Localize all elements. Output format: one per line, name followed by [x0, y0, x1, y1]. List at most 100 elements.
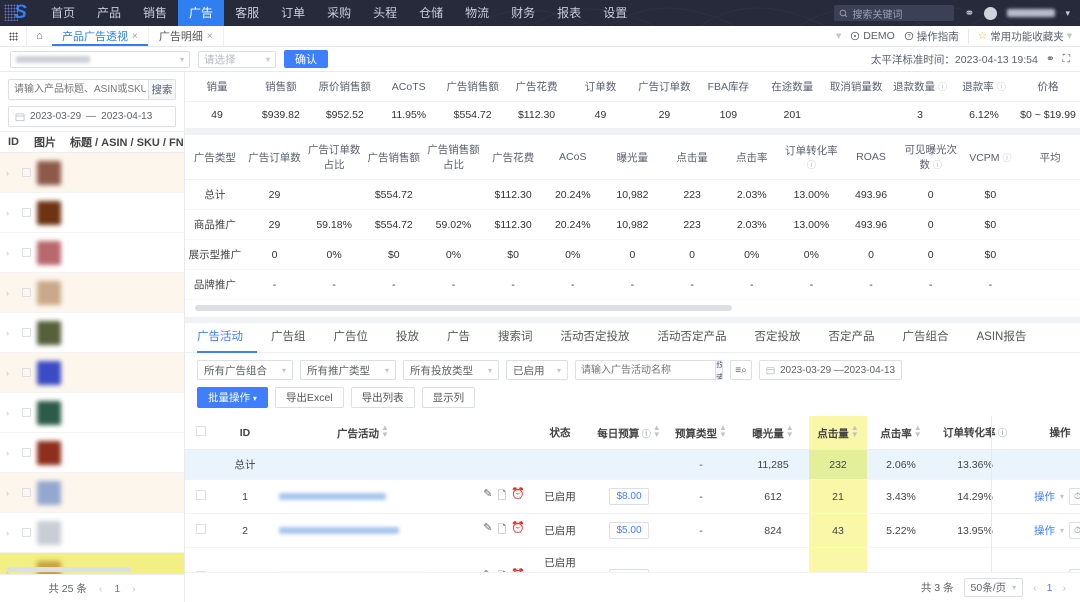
headset-icon[interactable]: ⚭: [964, 6, 974, 20]
chevron-down-icon[interactable]: ▾: [1060, 492, 1064, 501]
row-checkbox[interactable]: [22, 328, 31, 337]
row-checkbox[interactable]: [22, 288, 31, 297]
home-icon[interactable]: ⌂: [26, 26, 52, 46]
portfolio-select[interactable]: 所有广告组合 ▾: [197, 360, 293, 380]
row-checkbox[interactable]: [22, 528, 31, 537]
row-daily-budget[interactable]: $5.00: [593, 513, 665, 548]
product-list-item[interactable]: ›: [0, 433, 184, 473]
product-list-item[interactable]: ›: [0, 193, 184, 233]
nav-item-ads[interactable]: 广告: [178, 0, 225, 26]
row-daily-budget[interactable]: $8.00: [593, 547, 665, 572]
batch-operation-button[interactable]: 批量操作 ▾: [197, 387, 268, 408]
product-list-item[interactable]: ›: [0, 273, 184, 313]
daily-budget-value[interactable]: $8.00: [609, 569, 649, 572]
row-checkbox[interactable]: [22, 488, 31, 497]
global-search-input[interactable]: 搜索关键词: [834, 5, 955, 21]
info-icon[interactable]: ⓘ: [639, 429, 651, 439]
product-list-item[interactable]: ›: [0, 313, 184, 353]
campaign-search-button[interactable]: 搜索: [715, 361, 722, 379]
schedule-clock-icon[interactable]: ⏱: [1069, 488, 1080, 505]
row-daily-budget[interactable]: $8.00: [593, 479, 665, 514]
edit-icon[interactable]: ✎: [483, 568, 492, 572]
row-campaign-name[interactable]: [273, 513, 453, 548]
sub-tab-9[interactable]: 否定产品: [815, 323, 889, 353]
next-page-button[interactable]: ›: [1063, 582, 1067, 594]
info-icon[interactable]: ⓘ: [933, 160, 942, 170]
copy-icon[interactable]: 🗋: [497, 487, 506, 506]
current-page[interactable]: 1: [114, 583, 120, 595]
export-list-button[interactable]: 导出列表: [350, 387, 415, 408]
page-tab-ad-detail[interactable]: 广告明细 ×: [149, 26, 224, 46]
confirm-button[interactable]: 确认: [284, 50, 328, 68]
shop-select[interactable]: ▾: [10, 50, 190, 68]
clock-icon[interactable]: ⏰: [511, 521, 525, 540]
show-columns-button[interactable]: 显示列: [421, 387, 476, 408]
headset-icon[interactable]: ⚭: [1046, 53, 1055, 65]
row-checkbox[interactable]: [196, 571, 206, 572]
current-page[interactable]: 1: [1047, 582, 1053, 594]
product-list-item[interactable]: ›: [0, 353, 184, 393]
horizontal-scrollbar[interactable]: [6, 567, 131, 572]
page-size-select[interactable]: 50条/页 ▾: [963, 578, 1024, 597]
row-action-link[interactable]: 操作: [1034, 523, 1055, 538]
nav-item-orders[interactable]: 订单: [270, 0, 316, 26]
nav-item-warehouse[interactable]: 仓储: [408, 0, 454, 26]
row-action-link[interactable]: 操作: [1034, 570, 1055, 572]
product-list-item[interactable]: ›: [0, 153, 184, 193]
export-excel-button[interactable]: 导出Excel: [274, 387, 344, 408]
close-icon[interactable]: ×: [207, 31, 213, 42]
campaign-name-input[interactable]: [576, 363, 715, 377]
sub-tab-4[interactable]: 广告: [433, 323, 484, 353]
nav-item-product[interactable]: 产品: [86, 0, 132, 26]
chevron-down-icon[interactable]: ▾: [1067, 30, 1072, 42]
campaign-table-row[interactable]: 3 ✎ 🗋 ⏰已启用预算不足 19:21 $8.00 -9,8491681.71%13.1…: [185, 547, 1080, 572]
sub-tab-2[interactable]: 广告位: [320, 323, 383, 353]
expand-chevron-icon[interactable]: ›: [6, 328, 16, 338]
guide-button[interactable]: ? 操作指南: [904, 29, 959, 44]
schedule-clock-icon[interactable]: ⏱: [1069, 569, 1080, 572]
fullscreen-icon[interactable]: ⛶: [1063, 53, 1070, 66]
product-date-range[interactable]: 2023-03-29 — 2023-04-13: [8, 106, 176, 127]
nav-item-sales[interactable]: 销售: [132, 0, 178, 26]
expand-chevron-icon[interactable]: ›: [6, 448, 16, 458]
sub-tab-6[interactable]: 活动否定投放: [547, 323, 644, 353]
next-page-button[interactable]: ›: [132, 583, 136, 595]
sub-tab-0[interactable]: 广告活动: [197, 323, 257, 353]
sub-tab-3[interactable]: 投放: [382, 323, 433, 353]
nav-item-home[interactable]: 首页: [40, 0, 86, 26]
nav-item-logistics[interactable]: 物流: [454, 0, 500, 26]
sort-icon[interactable]: ▲ ▼: [719, 424, 727, 439]
nav-item-shipping[interactable]: 头程: [362, 0, 408, 26]
edit-icon[interactable]: ✎: [483, 521, 492, 540]
row-campaign-name[interactable]: [273, 479, 453, 514]
nav-item-service[interactable]: 客服: [224, 0, 270, 26]
product-list-item[interactable]: ›: [0, 473, 184, 513]
info-icon[interactable]: ⓘ: [997, 82, 1006, 92]
row-checkbox[interactable]: [22, 168, 31, 177]
expand-chevron-icon[interactable]: ›: [6, 288, 16, 298]
demo-button[interactable]: DEMO: [850, 30, 895, 42]
info-icon[interactable]: ⓘ: [938, 82, 947, 92]
campaign-table-row[interactable]: 2 ✎ 🗋 ⏰ 已启用 $5.00-824 43 5.22% 13.95% 操作 ▾ ⏱: [185, 513, 1080, 548]
sort-icon[interactable]: ▲ ▼: [381, 424, 389, 439]
expand-chevron-icon[interactable]: ›: [6, 368, 16, 378]
row-checkbox[interactable]: [22, 248, 31, 257]
expand-chevron-icon[interactable]: ›: [6, 488, 16, 498]
row-checkbox[interactable]: [22, 448, 31, 457]
app-logo[interactable]: S: [0, 0, 40, 26]
nav-item-reports[interactable]: 报表: [546, 0, 592, 26]
expand-chevron-icon[interactable]: ›: [6, 408, 16, 418]
prev-page-button[interactable]: ‹: [99, 583, 103, 595]
row-action-link[interactable]: 操作: [1034, 489, 1055, 504]
target-type-select[interactable]: 所有投放类型 ▾: [403, 360, 499, 380]
product-list-item[interactable]: ›: [0, 233, 184, 273]
sub-tab-8[interactable]: 否定投放: [741, 323, 815, 353]
clock-icon[interactable]: ⏰: [511, 487, 525, 506]
sub-tab-7[interactable]: 活动否定产品: [644, 323, 741, 353]
sub-tab-11[interactable]: ASIN报告: [963, 323, 1041, 353]
expand-chevron-icon[interactable]: ›: [6, 168, 16, 178]
prev-page-button[interactable]: ‹: [1033, 582, 1037, 594]
filter-icon[interactable]: ≡⌕: [730, 360, 752, 380]
avatar[interactable]: [984, 6, 998, 20]
daily-budget-value[interactable]: $8.00: [609, 488, 649, 505]
